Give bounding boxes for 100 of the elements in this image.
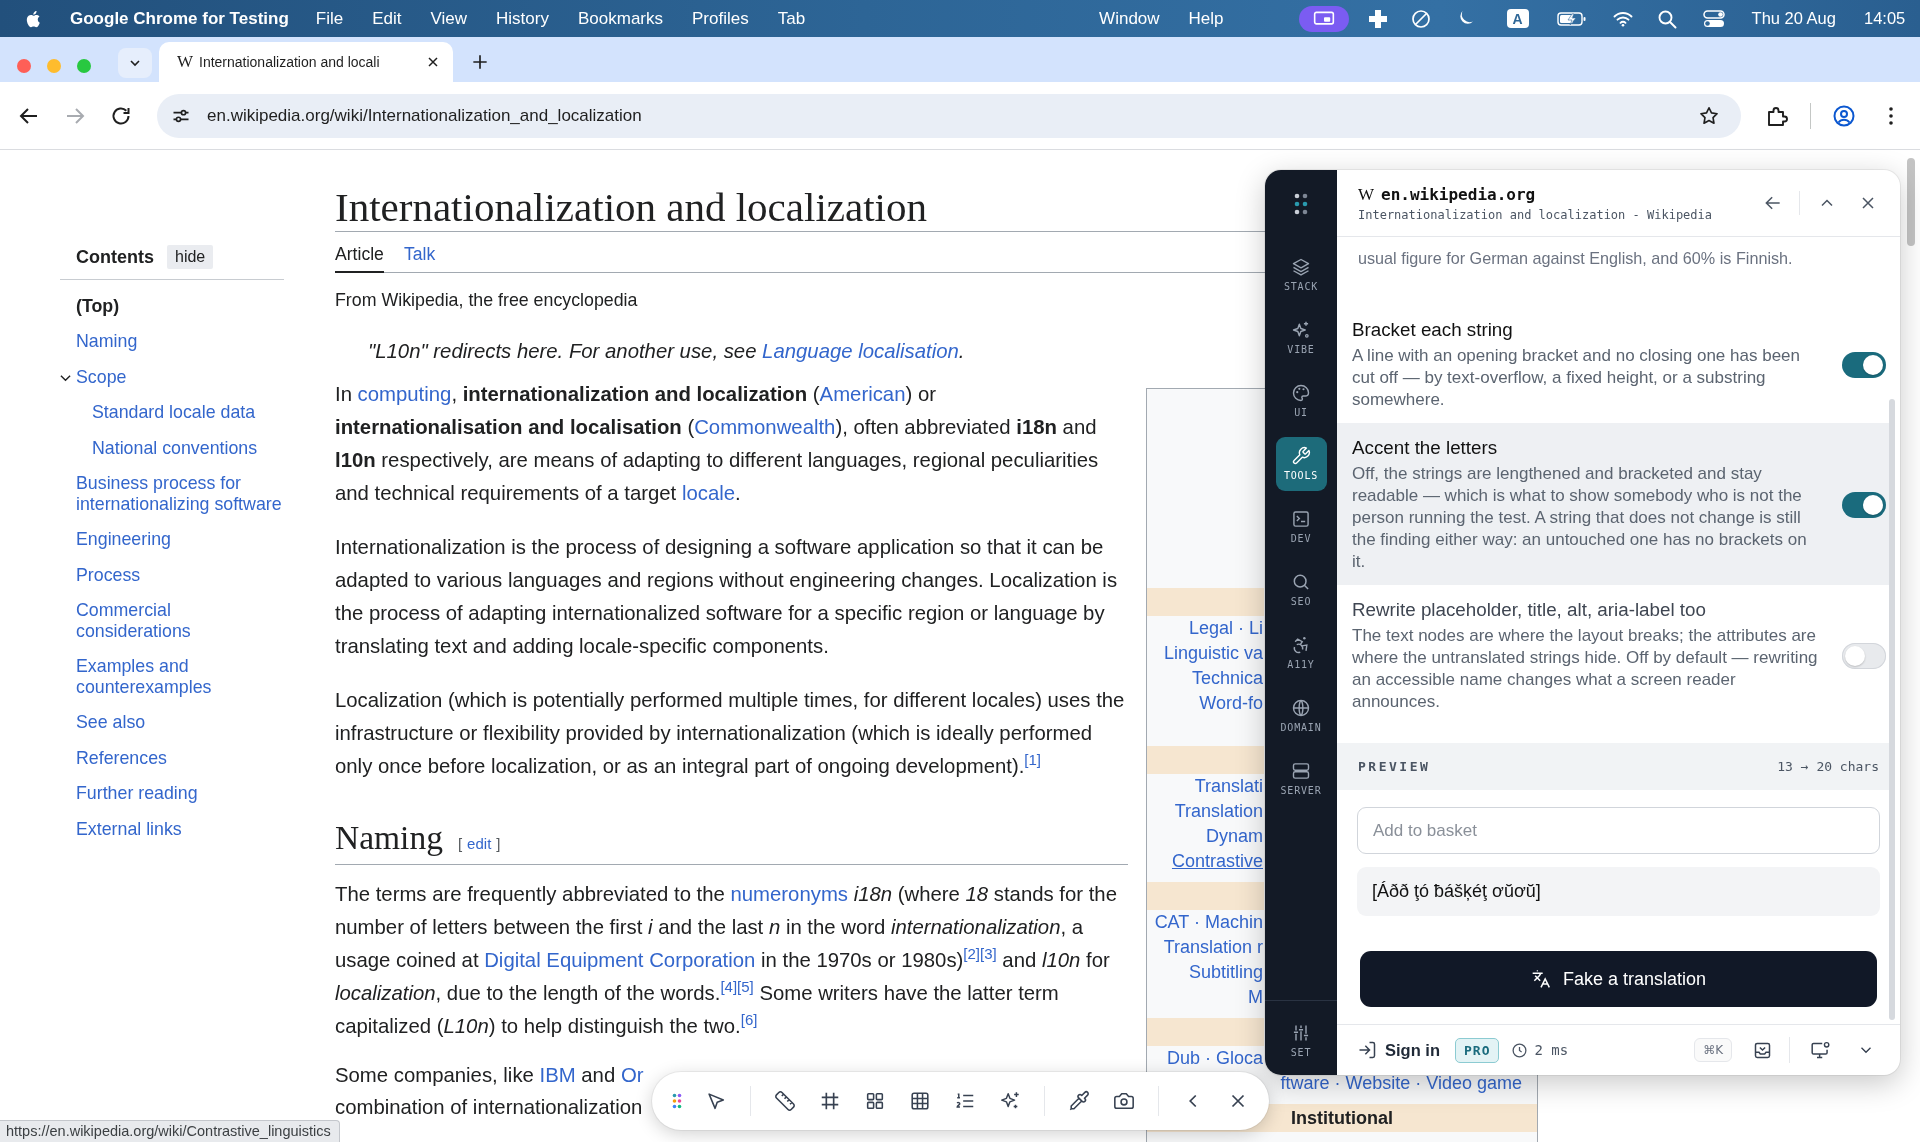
toc-link[interactable]: References [76, 747, 167, 768]
infobox-link[interactable]: Word-fo [1199, 691, 1263, 716]
infobox-link[interactable]: Translation [1174, 799, 1263, 824]
monitor-gear-icon[interactable] [1810, 1039, 1831, 1061]
menu-item[interactable]: Edit [372, 8, 402, 29]
toc-link[interactable]: Naming [76, 331, 138, 352]
infobox-link[interactable]: Technica [1191, 666, 1263, 691]
article-link[interactable]: numeronyms [730, 882, 848, 905]
frame-icon[interactable] [819, 1090, 841, 1112]
menu-item[interactable]: Bookmarks [577, 8, 663, 29]
footnote-link[interactable]: [3] [980, 944, 997, 962]
grid-icon[interactable] [864, 1090, 886, 1112]
article-link[interactable]: Digital Equipment Corporation [484, 948, 756, 971]
infobox-link[interactable]: Legal · Li [1188, 616, 1263, 641]
sidebar-tab[interactable]: DOMAIN [1275, 689, 1327, 743]
plus-icon[interactable] [470, 52, 490, 72]
tab-search-button[interactable] [118, 48, 152, 78]
screen-icon[interactable] [1298, 5, 1349, 32]
menu-item[interactable]: Profiles [692, 8, 749, 29]
toc-link[interactable]: (Top) [76, 295, 120, 316]
hide-button[interactable]: hide [167, 245, 214, 269]
edit-link[interactable]: edit [467, 834, 492, 854]
toc-link[interactable]: See also [76, 712, 146, 733]
camera-icon[interactable] [1113, 1090, 1135, 1112]
input-source-indicator[interactable]: A [1506, 9, 1529, 28]
menu-item[interactable]: File [315, 8, 344, 29]
toc-link[interactable]: Commercial considerations [76, 600, 285, 641]
menu-item[interactable]: Tab [777, 8, 806, 29]
sidebar-tab[interactable]: A11Y [1275, 626, 1327, 680]
table-icon[interactable] [909, 1090, 931, 1112]
battery-icon[interactable] [1556, 10, 1587, 27]
toc-link[interactable]: Scope [76, 366, 127, 387]
toc-link[interactable]: Engineering [76, 529, 171, 550]
article-link[interactable]: locale [681, 481, 736, 504]
app-menu[interactable]: Google Chrome for Testing [70, 8, 289, 29]
fake-translation-button[interactable]: Fake a translation [1360, 951, 1877, 1007]
article-link[interactable]: American [819, 382, 906, 405]
infobox-link[interactable]: Contrastive [1171, 849, 1263, 874]
article-link[interactable]: Commonwealth [694, 415, 836, 438]
scrollbar-thumb[interactable] [1907, 158, 1915, 246]
sidebar-tab[interactable]: SERVER [1275, 752, 1327, 806]
menu-item[interactable]: Window [1099, 8, 1160, 29]
footnote-link[interactable]: [6] [740, 1010, 758, 1028]
cursor-icon[interactable] [705, 1090, 727, 1112]
infobox-link[interactable]: Subtitling [1188, 960, 1263, 985]
circle-slash-icon[interactable] [1410, 8, 1431, 29]
footnote-link[interactable]: [4] [720, 977, 738, 995]
search-icon[interactable] [1656, 8, 1677, 29]
infobox-link[interactable]: M [1248, 985, 1263, 1010]
sidebar-tab[interactable]: VIBE [1275, 311, 1327, 365]
infobox-link[interactable]: Translation r [1163, 935, 1263, 960]
infobox-link[interactable]: Dub · Gloca [1166, 1046, 1263, 1071]
article-link[interactable]: Language localisation [762, 339, 959, 362]
article-link[interactable]: IBM [539, 1064, 576, 1086]
shortcut-key-button[interactable]: ⌘K [1694, 1038, 1732, 1062]
color-dots-icon[interactable] [672, 1093, 682, 1109]
toggle-switch[interactable] [1842, 491, 1886, 518]
chevron-icon[interactable] [60, 373, 71, 382]
browser-tab[interactable]: W Internationalization and locali [159, 42, 453, 82]
option-row[interactable] [1337, 423, 1889, 585]
menu-item[interactable]: Help [1188, 8, 1224, 29]
sign-in-button[interactable]: Sign in [1357, 1040, 1440, 1060]
sidebar-tab[interactable]: STACK [1275, 248, 1327, 302]
footnote-link[interactable]: [2] [963, 944, 980, 962]
scrollbar-thumb[interactable] [1889, 399, 1895, 1020]
toc-link[interactable]: External links [76, 818, 182, 839]
infobox-link[interactable]: Linguistic va [1163, 641, 1263, 666]
infobox-link[interactable]: Dynam [1206, 824, 1263, 849]
sidebar-tab[interactable]: TOOLS [1275, 437, 1327, 491]
menu-item[interactable]: View [430, 8, 468, 29]
footnote-link[interactable]: [1] [1024, 750, 1042, 768]
settings-tab[interactable]: SET [1275, 1014, 1327, 1068]
address-bar[interactable]: en.wikipedia.org/wiki/Internationalization_and_localization [157, 93, 1741, 138]
toggles-icon[interactable] [1702, 8, 1725, 29]
sidebar-tab[interactable]: SEO [1275, 563, 1327, 617]
menu-bar-date[interactable]: Thu 20 Aug [1751, 9, 1836, 28]
menu-item[interactable]: History [496, 8, 549, 29]
ruler-icon[interactable] [774, 1090, 796, 1112]
toc-link[interactable]: Process [76, 564, 141, 585]
toggle-switch[interactable] [1842, 642, 1886, 669]
source-text-input[interactable]: Add to basket [1357, 807, 1880, 854]
infobox-link[interactable]: ftware · Website · Video game [1280, 1071, 1522, 1096]
article-link[interactable]: computing [357, 382, 452, 405]
sidebar-tab[interactable]: DEV [1275, 500, 1327, 554]
toc-link[interactable]: Examples and counterexamples [76, 656, 285, 697]
toc-link[interactable]: Further reading [76, 783, 198, 804]
person-circle-icon[interactable] [1832, 103, 1856, 128]
toggle-switch[interactable] [1842, 351, 1886, 378]
infobox-link[interactable]: CAT · Machin [1154, 910, 1263, 935]
toc-link[interactable]: Business process for internationalizing software [76, 473, 285, 514]
cross-icon[interactable] [1367, 8, 1388, 29]
star-icon[interactable] [1698, 104, 1720, 127]
toc-link[interactable]: National conventions [92, 437, 258, 458]
footnote-link[interactable]: [5] [737, 977, 754, 995]
infobox-link[interactable]: Translati [1194, 774, 1263, 799]
toc-link[interactable]: Standard locale data [92, 402, 256, 423]
page-tab[interactable]: Article [335, 244, 384, 273]
page-tab[interactable]: Talk [403, 244, 436, 273]
article-link[interactable]: Or [620, 1064, 644, 1086]
sidebar-tab[interactable]: UI [1275, 374, 1327, 428]
